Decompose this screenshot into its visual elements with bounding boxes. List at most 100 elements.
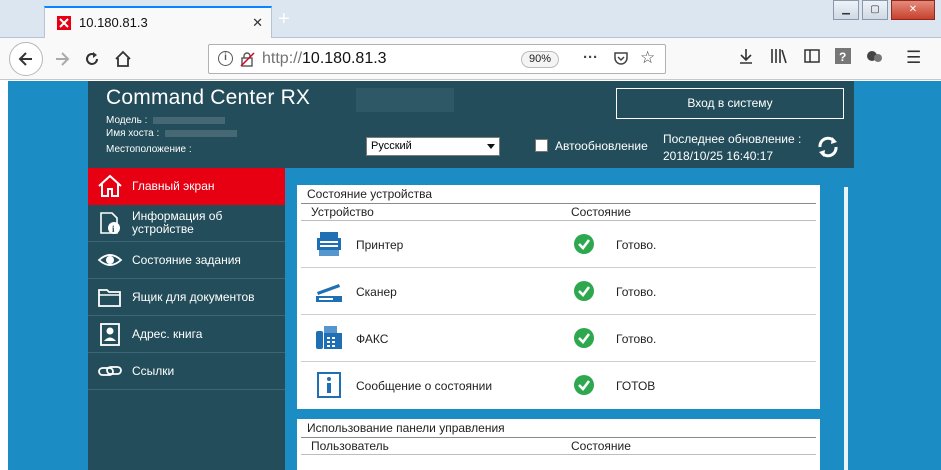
url-bar[interactable]: i http://10.180.81.3 90% ··· ☆ xyxy=(208,44,666,74)
back-button[interactable] xyxy=(9,42,43,76)
printer-icon xyxy=(317,232,341,256)
folder-icon xyxy=(98,289,121,307)
pocket-icon[interactable] xyxy=(613,50,629,70)
forward-button[interactable] xyxy=(49,46,75,72)
location-row: Местоположение : xyxy=(106,144,192,155)
home-icon xyxy=(115,50,131,67)
browser-tab[interactable]: 10.180.81.3 ✕ xyxy=(44,6,272,39)
app-header: Command Center RX Модель : Имя хоста : М… xyxy=(88,81,854,168)
refresh-icon[interactable] xyxy=(815,134,841,160)
device-name: Сообщение о состоянии xyxy=(356,379,493,393)
table-row: ФАКС Готово. xyxy=(301,315,816,362)
host-label: Имя хоста : xyxy=(106,128,160,139)
language-value: Русский xyxy=(371,140,412,152)
device-name: ФАКС xyxy=(356,332,389,346)
tab-title: 10.180.81.3 xyxy=(79,15,148,30)
panel-usage-title: Использование панели управления xyxy=(301,419,816,438)
status-ok-icon xyxy=(574,281,594,301)
dropdown-arrow-icon xyxy=(487,144,495,149)
kyocera-favicon-icon xyxy=(57,16,71,30)
sidebar-item-job-status[interactable]: Состояние задания xyxy=(88,242,285,279)
help-extension-icon[interactable]: ? xyxy=(835,48,851,69)
url-host: 10.180.81.3 xyxy=(302,50,387,67)
last-update-time: 2018/10/25 16:40:17 xyxy=(663,149,774,163)
language-select[interactable]: Русский xyxy=(366,137,500,156)
device-name: Сканер xyxy=(356,285,397,299)
device-status-title: Состояние устройства xyxy=(301,185,816,204)
login-button[interactable]: Вход в систему xyxy=(616,88,844,119)
status-ok-icon xyxy=(574,234,594,254)
sidebar-item-label: Главный экран xyxy=(132,179,215,193)
home-button[interactable] xyxy=(110,46,136,72)
device-status: ГОТОВ xyxy=(616,379,656,393)
insecure-lock-icon[interactable] xyxy=(239,51,255,67)
redacted-area xyxy=(356,88,454,112)
maximize-button[interactable]: ▢ xyxy=(862,0,888,20)
redacted-model xyxy=(153,116,226,124)
sidebar-item-label: Состояние задания xyxy=(132,253,241,267)
scanner-icon xyxy=(316,284,342,302)
library-icon[interactable] xyxy=(770,48,788,69)
sidebar-toggle-icon[interactable] xyxy=(804,48,820,69)
close-window-button[interactable]: ✕ xyxy=(891,0,935,20)
download-icon[interactable] xyxy=(738,48,754,69)
browser-tab-bar: 10.180.81.3 ✕ + ▁ ▢ ✕ xyxy=(0,0,941,39)
tab-close-icon[interactable]: ✕ xyxy=(252,15,263,31)
table-row: Принтер Готово. xyxy=(301,221,816,268)
panel-usage-panel: Использование панели управления Пользова… xyxy=(297,419,820,470)
url-protocol: http:// xyxy=(262,50,303,67)
auto-refresh-label: Автообновление xyxy=(555,139,648,153)
device-status-columns: Устройство Состояние xyxy=(301,204,816,221)
home-icon xyxy=(98,174,122,197)
device-status: Готово. xyxy=(616,238,657,252)
page-actions-icon[interactable]: ··· xyxy=(583,49,598,66)
sidebar-item-label: Адрес. книга xyxy=(132,327,203,341)
eye-icon xyxy=(97,254,123,266)
location-label: Местоположение : xyxy=(106,144,192,155)
table-row: Сообщение о состоянии ГОТОВ xyxy=(301,362,816,409)
sidebar-item-links[interactable]: Ссылки xyxy=(88,353,285,390)
address-book-icon xyxy=(100,323,120,346)
model-row: Модель : xyxy=(106,115,226,126)
site-info-icon[interactable]: i xyxy=(218,51,233,66)
brand-title: Command Center RX xyxy=(106,86,311,109)
hamburger-menu-icon[interactable]: ☰ xyxy=(906,48,921,68)
status-ok-icon xyxy=(574,375,594,395)
link-icon xyxy=(98,366,122,376)
minimize-button[interactable]: ▁ xyxy=(833,0,859,20)
auto-refresh-checkbox[interactable] xyxy=(535,139,548,152)
device-status-panel: Состояние устройства Устройство Состояни… xyxy=(297,185,820,409)
back-arrow-icon xyxy=(18,52,32,66)
new-tab-button[interactable]: + xyxy=(278,8,290,31)
host-row: Имя хоста : xyxy=(106,128,238,139)
extension-icon[interactable] xyxy=(866,48,884,69)
sidebar-item-document-box[interactable]: Ящик для документов xyxy=(88,279,285,316)
table-row: Сканер Готово. xyxy=(301,268,816,315)
info-icon xyxy=(317,372,341,398)
sidebar-item-address-book[interactable]: Адрес. книга xyxy=(88,316,285,353)
device-status: Готово. xyxy=(616,285,657,299)
status-ok-icon xyxy=(574,328,594,348)
col-status-header: Состояние xyxy=(571,439,631,453)
forward-arrow-icon xyxy=(56,52,70,66)
device-name: Принтер xyxy=(356,238,404,252)
col-user-header: Пользователь xyxy=(311,439,389,453)
scrollbar[interactable] xyxy=(844,187,848,470)
sidebar: Главный экран i Информация об устройстве… xyxy=(88,168,285,470)
last-update-label: Последнее обновление : xyxy=(663,132,802,146)
col-status-header: Состояние xyxy=(571,205,631,219)
window-controls: ▁ ▢ ✕ xyxy=(830,0,935,20)
page-background: Command Center RX Модель : Имя хоста : М… xyxy=(8,81,941,470)
bookmark-star-icon[interactable]: ☆ xyxy=(640,48,655,68)
col-device-header: Устройство xyxy=(311,205,374,219)
zoom-level-badge[interactable]: 90% xyxy=(521,51,559,68)
url-text[interactable]: http://10.180.81.3 xyxy=(262,50,387,68)
sidebar-item-label: Информация об устройстве xyxy=(132,209,223,236)
browser-nav-bar: i http://10.180.81.3 90% ··· ☆ ? ☰ xyxy=(0,38,941,80)
reload-button[interactable] xyxy=(79,46,105,72)
sidebar-item-device-info[interactable]: i Информация об устройстве xyxy=(88,205,285,242)
model-label: Модель : xyxy=(106,115,148,126)
fax-icon xyxy=(316,326,342,349)
sidebar-item-home[interactable]: Главный экран xyxy=(88,168,285,205)
device-status: Готово. xyxy=(616,332,657,346)
